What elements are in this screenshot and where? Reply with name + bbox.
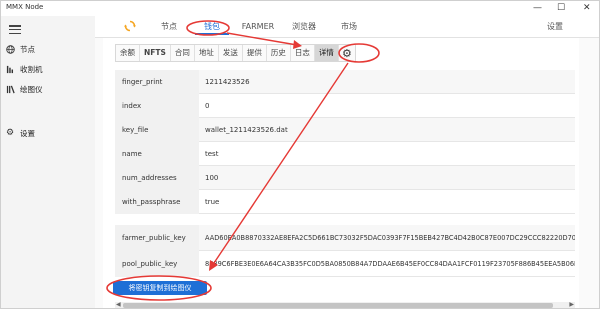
table-row: farmer_public_key AAD60EA0B8870332AE8EFA… [115,225,575,251]
subtab-nfts[interactable]: NFTS [140,45,171,61]
gear-icon[interactable]: ⚙ [339,45,355,61]
plotter-icon [5,84,15,94]
keys-table: farmer_public_key AAD60EA0B8870332AE8EFA… [115,225,575,277]
subtab-details[interactable]: 详情 [314,45,339,61]
table-row: num_addresses 100 [115,166,575,190]
scroll-left-icon[interactable]: ◀ [116,301,121,308]
detail-value[interactable]: 8539C6FBE3E0E6A64CA3B35FC0D5BA0850B84A7D… [205,251,575,277]
gear-icon: ⚙ [5,128,15,138]
subtab-send[interactable]: 发送 [219,45,243,61]
scroll-right-icon[interactable]: ▶ [569,301,574,308]
detail-key: with_passphrase [115,190,199,214]
subtab-contracts[interactable]: 合同 [171,45,195,61]
sidebar-item-plotter[interactable]: 绘图仪 [5,82,43,96]
close-button[interactable]: ✕ [583,2,591,14]
window-title: MMX Node [6,3,44,11]
detail-key: index [115,94,199,118]
detail-key: name [115,142,199,166]
sidebar-item-label: 收割机 [20,64,43,74]
sidebar-item-label: 设置 [20,128,35,138]
sidebar: 节点 收割机 绘图仪 ⚙ 设置 [1,16,95,308]
table-row: with_passphrase true [115,190,575,214]
detail-value: 1211423526 [205,78,250,86]
globe-icon [5,44,15,54]
tab-node[interactable]: 节点 [155,19,183,35]
detail-value: 0 [205,102,210,110]
table-row: name test [115,142,575,166]
subtab-balance[interactable]: 余额 [116,45,140,61]
detail-value: test [205,150,219,158]
detail-key: num_addresses [115,166,199,190]
top-nav: 节点 钱包 FARMER 浏览器 市场 设置 [95,16,599,38]
wallet-subtabs: 余额 NFTS 合同 地址 发送 提供 历史 日志 详情 ⚙ [115,44,356,62]
table-row: index 0 [115,94,575,118]
tab-explorer[interactable]: 浏览器 [287,19,321,35]
sidebar-item-harvester[interactable]: 收割机 [5,62,43,76]
subtab-log[interactable]: 日志 [291,45,315,61]
table-row: pool_public_key 8539C6FBE3E0E6A64CA3B35F… [115,251,575,277]
menu-icon[interactable] [9,25,21,35]
details-table: finger_print 1211423526 index 0 key_file… [115,70,575,214]
app-window: MMX Node — ☐ ✕ 节点 收割机 绘图仪 ⚙ 设置 节点 钱包 FAR… [0,0,600,309]
detail-key: key_file [115,118,199,142]
scrollbar-thumb[interactable] [123,303,553,308]
detail-value: true [205,198,220,206]
table-row: finger_print 1211423526 [115,70,575,94]
maximize-button[interactable]: ☐ [557,2,565,14]
detail-value: 100 [205,174,219,182]
tab-market[interactable]: 市场 [335,19,363,35]
detail-key: finger_print [115,70,199,94]
minimize-button[interactable]: — [533,2,542,14]
tab-settings[interactable]: 设置 [541,19,569,35]
sidebar-item-label: 绘图仪 [20,84,43,94]
subtab-addresses[interactable]: 地址 [195,45,219,61]
tab-wallet[interactable]: 钱包 [195,19,229,35]
table-row: key_file wallet_1211423526.dat [115,118,575,142]
subtab-history[interactable]: 历史 [267,45,291,61]
horizontal-scrollbar[interactable]: ◀ ▶ [115,301,575,308]
subtab-offer[interactable]: 提供 [243,45,267,61]
detail-key: pool_public_key [115,251,199,277]
title-bar: MMX Node — ☐ ✕ [1,1,599,16]
tab-farmer[interactable]: FARMER [239,19,277,35]
harvester-icon [5,64,15,74]
detail-value[interactable]: AAD60EA0B8870332AE8EFA2C5D661BC73032F5DA… [205,225,575,251]
detail-key: farmer_public_key [115,225,199,251]
copy-keys-to-plotter-button[interactable]: 将密钥复制到绘图仪 [113,281,207,295]
detail-value: wallet_1211423526.dat [205,126,288,134]
sidebar-item-node[interactable]: 节点 [5,42,35,56]
sidebar-item-settings[interactable]: ⚙ 设置 [5,126,35,140]
sidebar-item-label: 节点 [20,44,35,54]
refresh-icon[interactable] [124,20,136,32]
wallet-content: 余额 NFTS 合同 地址 发送 提供 历史 日志 详情 ⚙ finger_pr… [103,38,579,308]
